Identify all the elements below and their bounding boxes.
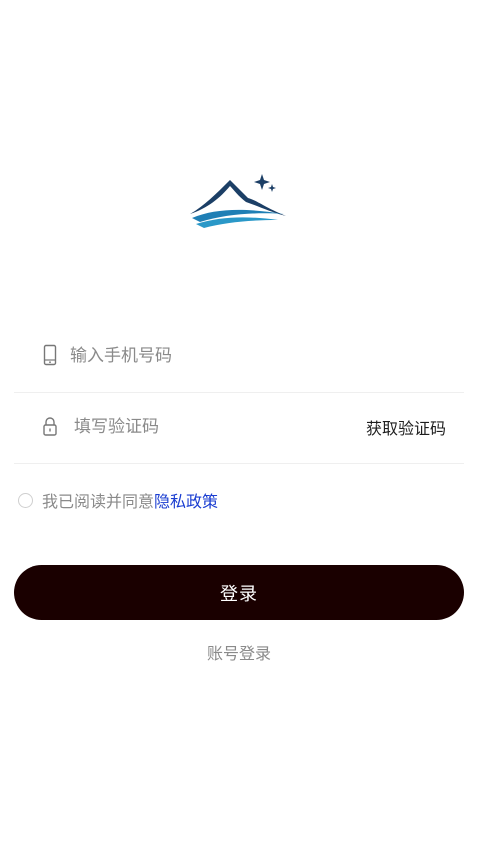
phone-input[interactable] bbox=[70, 342, 330, 370]
phone-icon bbox=[43, 344, 57, 366]
account-login-link[interactable]: 账号登录 bbox=[0, 640, 478, 664]
mountain-logo-icon bbox=[190, 174, 286, 228]
phone-field-row bbox=[14, 320, 464, 393]
agreement-row: 我已阅读并同意 隐私政策 bbox=[18, 488, 218, 512]
lock-icon bbox=[43, 417, 57, 436]
get-code-button[interactable]: 获取验证码 bbox=[366, 415, 446, 439]
privacy-policy-link[interactable]: 隐私政策 bbox=[154, 488, 218, 512]
code-input[interactable] bbox=[74, 413, 334, 441]
agreement-text: 我已阅读并同意 bbox=[42, 492, 155, 511]
login-button[interactable]: 登录 bbox=[14, 565, 464, 620]
login-page: 获取验证码 我已阅读并同意 隐私政策 登录 账号登录 bbox=[0, 0, 478, 850]
agreement-radio[interactable] bbox=[18, 492, 33, 508]
code-field-row: 获取验证码 bbox=[14, 391, 464, 464]
